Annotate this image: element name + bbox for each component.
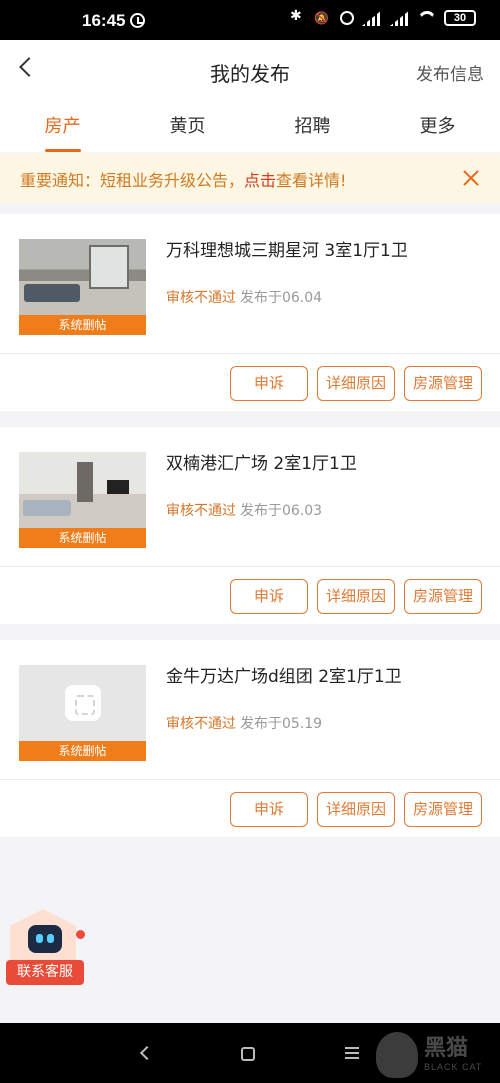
alarm-icon [130,13,145,28]
watermark: 黑猫 BLACK CAT [376,1030,496,1080]
wifi-icon [418,11,436,25]
watermark-sub: BLACK CAT [424,1062,483,1072]
listing-actions: 申诉 详细原因 房源管理 [230,579,482,614]
appeal-button[interactable]: 申诉 [230,792,308,827]
listing-title: 万科理想城三期星河 3室1厅1卫 [166,241,408,261]
watermark-text: 黑猫 [424,1036,469,1061]
tab-more[interactable]: 更多 [375,100,500,152]
listing-thumbnail: 系统删帖 [19,665,146,761]
listing-info[interactable]: 系统删帖 万科理想城三期星河 3室1厅1卫 审核不通过 发布于06.04 [0,214,500,354]
review-status: 审核不通过 [166,716,236,732]
notification-dot [76,930,85,939]
listing-title: 双楠港汇广场 2室1厅1卫 [166,454,357,474]
notice-suffix: 查看详情! [276,171,347,190]
clock-icon [340,11,354,25]
publish-date: 发布于06.04 [240,290,323,306]
customer-service-button[interactable]: 联系客服 [6,909,86,985]
listing-manage-button[interactable]: 房源管理 [404,792,482,827]
listing-meta: 审核不通过 发布于05.19 [166,713,322,733]
listing-manage-button[interactable]: 房源管理 [404,366,482,401]
mute-icon [314,10,332,26]
publish-date: 发布于06.03 [240,503,323,519]
appeal-button[interactable]: 申诉 [230,579,308,614]
signal-icon-2 [390,10,410,26]
customer-service-label: 联系客服 [6,960,84,985]
signal-icon [362,10,382,26]
listing-card: 系统删帖 双楠港汇广场 2室1厅1卫 审核不通过 发布于06.03 申诉 详细原因… [0,427,500,624]
listing-actions: 申诉 详细原因 房源管理 [230,366,482,401]
room-photo [19,452,146,528]
notice-text[interactable]: 重要通知：短租业务升级公告，点击查看详情! [20,167,346,191]
close-icon[interactable] [462,169,480,187]
placeholder-logo-icon [65,685,101,721]
tab-jobs[interactable]: 招聘 [250,100,375,152]
deleted-badge: 系统删帖 [19,528,146,548]
robot-icon [28,925,62,953]
nav-home-icon[interactable] [241,1047,255,1061]
sofa-shape [23,500,71,516]
listing-manage-button[interactable]: 房源管理 [404,579,482,614]
listing-thumbnail: 系统删帖 [19,452,146,548]
appeal-button[interactable]: 申诉 [230,366,308,401]
review-status: 审核不通过 [166,290,236,306]
sofa-shape [24,284,80,302]
listing-meta: 审核不通过 发布于06.04 [166,287,322,307]
tab-property[interactable]: 房产 [0,100,125,152]
tab-yellow-pages[interactable]: 黄页 [125,100,250,152]
door-shape [77,462,93,502]
room-photo [19,239,146,315]
nav-back-icon[interactable] [139,1045,155,1061]
status-icons: 30 [288,8,476,26]
listing-thumbnail: 系统删帖 [19,239,146,335]
deleted-badge: 系统删帖 [19,741,146,761]
nav-menu-icon[interactable] [345,1047,359,1059]
listing-info[interactable]: 系统删帖 金牛万达广场d组团 2室1厅1卫 审核不通过 发布于05.19 [0,640,500,780]
app-header: 我的发布 发布信息 [0,40,500,100]
category-tabs: 房产 黄页 招聘 更多 [0,100,500,152]
detail-reason-button[interactable]: 详细原因 [317,792,395,827]
listing-info[interactable]: 系统删帖 双楠港汇广场 2室1厅1卫 审核不通过 发布于06.03 [0,427,500,567]
review-status: 审核不通过 [166,503,236,519]
listing-title: 金牛万达广场d组团 2室1厅1卫 [166,667,402,687]
status-time: 16:45 [82,11,126,30]
publish-info-link[interactable]: 发布信息 [416,60,484,85]
cat-logo-icon [376,1032,418,1078]
publish-date: 发布于05.19 [240,716,323,732]
notice-highlight[interactable]: 点击 [244,171,276,190]
listing-actions: 申诉 详细原因 房源管理 [230,792,482,827]
notice-prefix: 重要通知：短租业务升级公告， [20,171,245,190]
battery-icon: 30 [444,10,476,26]
status-bar: 16:45 30 [0,0,500,40]
listing-meta: 审核不通过 发布于06.03 [166,500,322,520]
window-shape [89,245,129,289]
detail-reason-button[interactable]: 详细原因 [317,579,395,614]
bluetooth-icon [288,8,306,26]
tv-shape [107,480,129,494]
deleted-badge: 系统删帖 [19,315,146,335]
listing-card: 系统删帖 金牛万达广场d组团 2室1厅1卫 审核不通过 发布于05.19 申诉 详… [0,640,500,837]
detail-reason-button[interactable]: 详细原因 [317,366,395,401]
listing-card: 系统删帖 万科理想城三期星河 3室1厅1卫 审核不通过 发布于06.04 申诉 详… [0,214,500,411]
image-placeholder [19,665,146,741]
notice-banner[interactable]: 重要通知：短租业务升级公告，点击查看详情! [0,153,500,203]
